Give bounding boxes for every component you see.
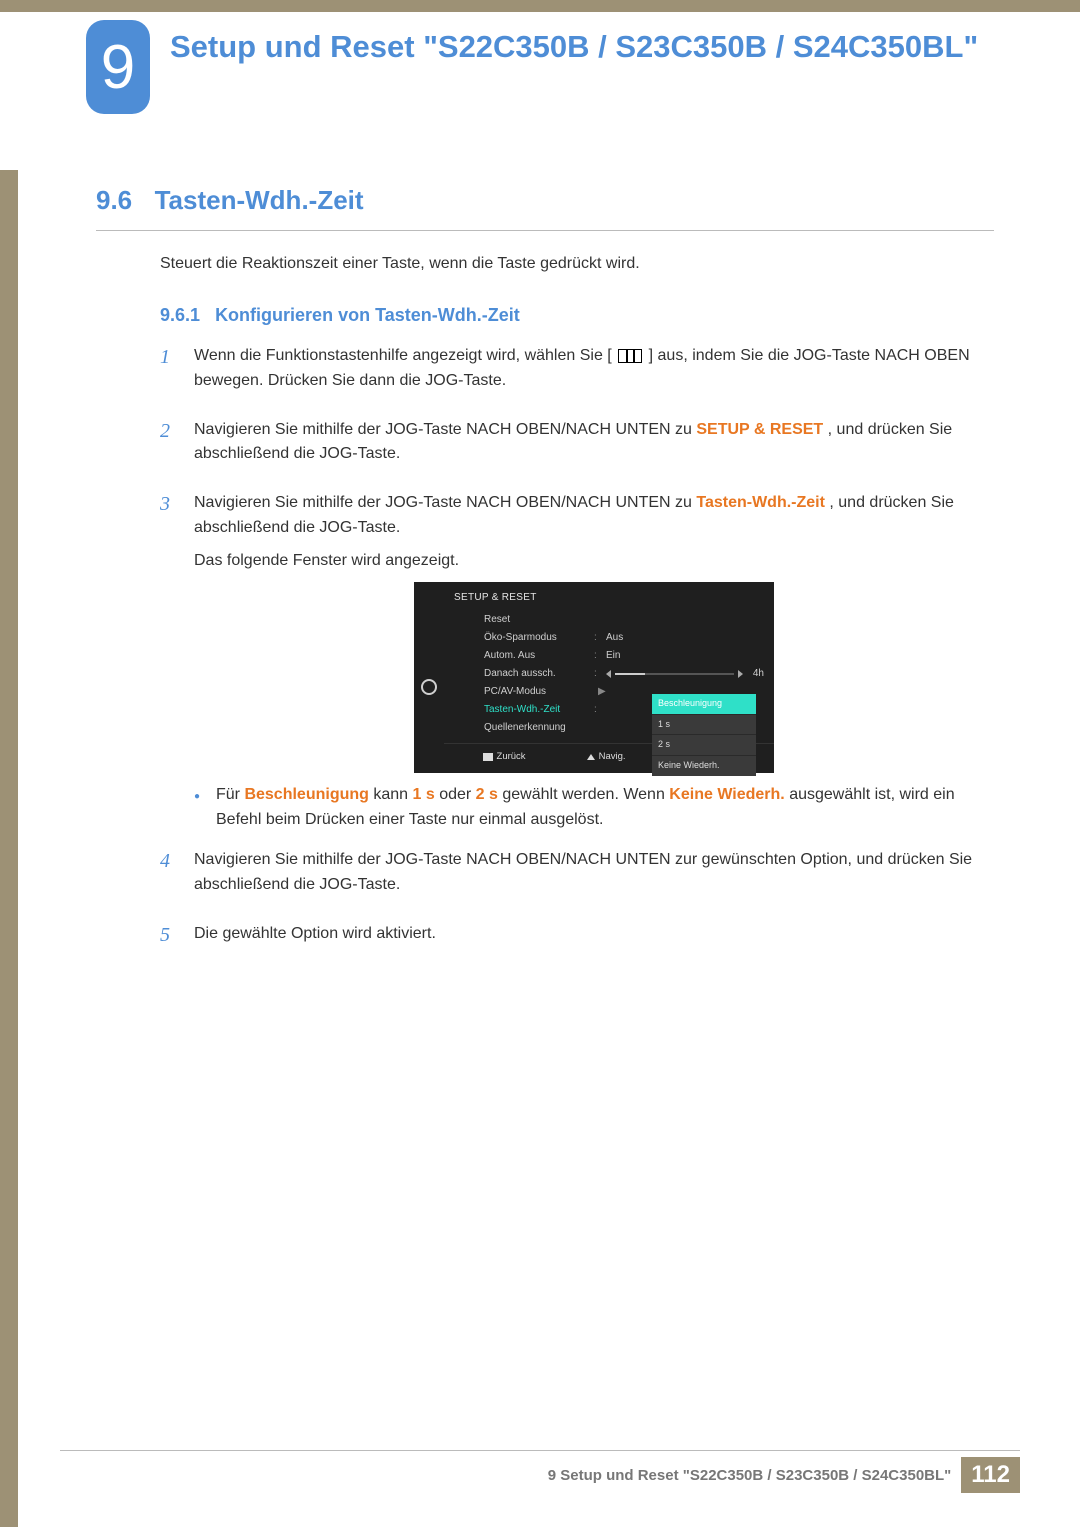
step-number: 5 bbox=[160, 922, 180, 955]
osd-label: Autom. Aus bbox=[484, 648, 594, 664]
page-content: 9.6 Tasten-Wdh.-Zeit Steuert die Reaktio… bbox=[96, 185, 994, 971]
osd-option: 2 s bbox=[652, 735, 756, 756]
triangle-left-icon bbox=[606, 670, 611, 678]
bullet-item: ● Für Beschleunigung kann 1 s oder 2 s g… bbox=[194, 783, 994, 833]
keyword: 1 s bbox=[413, 786, 435, 803]
triangle-right-icon bbox=[738, 670, 743, 678]
section-intro: Steuert die Reaktionszeit einer Taste, w… bbox=[160, 255, 994, 273]
left-accent-band bbox=[0, 170, 18, 1527]
osd-label: PC/AV-Modus bbox=[484, 684, 594, 700]
osd-option-selected: Beschleunigung bbox=[652, 694, 756, 715]
step-number: 2 bbox=[160, 418, 180, 476]
osd-row: Autom. Aus : Ein bbox=[484, 647, 764, 665]
keyword: 2 s bbox=[476, 786, 498, 803]
subsection-title: Konfigurieren von Tasten-Wdh.-Zeit bbox=[215, 305, 520, 325]
step-number: 3 bbox=[160, 491, 180, 832]
osd-footer-nav: Navig. bbox=[599, 750, 626, 765]
osd-row: Danach aussch. : 4h bbox=[484, 665, 764, 683]
bullet-text: gewählt werden. Wenn bbox=[502, 786, 669, 803]
gear-icon bbox=[421, 679, 437, 695]
osd-title: SETUP & RESET bbox=[444, 582, 774, 612]
osd-label: Öko-Sparmodus bbox=[484, 630, 594, 646]
step-number: 1 bbox=[160, 344, 180, 402]
subsection-number: 9.6.1 bbox=[160, 305, 200, 325]
navigate-icon bbox=[587, 754, 595, 760]
section-heading: 9.6 Tasten-Wdh.-Zeit bbox=[96, 185, 994, 216]
bullet-text: kann bbox=[373, 786, 412, 803]
page-number: 112 bbox=[961, 1457, 1020, 1493]
bullet-text: oder bbox=[439, 786, 475, 803]
osd-label: Quellenerkennung bbox=[484, 720, 594, 736]
step-text: Navigieren Sie mithilfe der JOG-Taste NA… bbox=[194, 494, 696, 511]
section-title: Tasten-Wdh.-Zeit bbox=[155, 185, 364, 216]
osd-option: 1 s bbox=[652, 715, 756, 736]
subsection-heading: 9.6.1 Konfigurieren von Tasten-Wdh.-Zeit bbox=[160, 305, 994, 326]
osd-row: Öko-Sparmodus : Aus bbox=[484, 629, 764, 647]
osd-row: Reset bbox=[484, 611, 764, 629]
top-accent-band bbox=[0, 0, 1080, 12]
osd-value: 4h bbox=[753, 666, 764, 682]
menu-icon bbox=[618, 349, 642, 363]
keyword: Tasten-Wdh.-Zeit bbox=[696, 494, 825, 511]
step-2: 2 Navigieren Sie mithilfe der JOG-Taste … bbox=[160, 418, 994, 476]
step-text: Navigieren Sie mithilfe der JOG-Taste NA… bbox=[194, 421, 696, 438]
osd-option: Keine Wiederh. bbox=[652, 756, 756, 776]
section-number: 9.6 bbox=[96, 185, 132, 216]
section-divider bbox=[96, 230, 994, 231]
bullet-text: Für bbox=[216, 786, 244, 803]
keyword: SETUP & RESET bbox=[696, 421, 823, 438]
step-5: 5 Die gewählte Option wird aktiviert. bbox=[160, 922, 994, 955]
chapter-number-badge: 9 bbox=[86, 20, 150, 114]
osd-slider: 4h bbox=[606, 666, 764, 682]
back-icon bbox=[483, 753, 493, 761]
page-footer: 9 Setup und Reset "S22C350B / S23C350B /… bbox=[60, 1450, 1020, 1493]
osd-label: Tasten-Wdh.-Zeit bbox=[484, 702, 594, 718]
step-text: Die gewählte Option wird aktiviert. bbox=[194, 922, 436, 947]
chevron-right-icon: ▶ bbox=[598, 684, 606, 700]
osd-label: Danach aussch. bbox=[484, 666, 594, 682]
step-text: Navigieren Sie mithilfe der JOG-Taste NA… bbox=[194, 848, 994, 898]
osd-label: Reset bbox=[484, 612, 594, 628]
step-list: 1 Wenn die Funktionstastenhilfe angezeig… bbox=[160, 344, 994, 955]
step-1: 1 Wenn die Funktionstastenhilfe angezeig… bbox=[160, 344, 994, 402]
footer-divider bbox=[60, 1450, 1020, 1451]
step-text: Wenn die Funktionstastenhilfe angezeigt … bbox=[194, 347, 612, 364]
osd-value: Aus bbox=[606, 630, 764, 646]
step-text: Das folgende Fenster wird angezeigt. bbox=[194, 549, 994, 574]
osd-window: SETUP & RESET Reset Öko-Sparmodus : Aus bbox=[414, 582, 774, 773]
step-4: 4 Navigieren Sie mithilfe der JOG-Taste … bbox=[160, 848, 994, 906]
footer-text: 9 Setup und Reset "S22C350B / S23C350B /… bbox=[548, 1467, 952, 1484]
step-3: 3 Navigieren Sie mithilfe der JOG-Taste … bbox=[160, 491, 994, 832]
bullet-icon: ● bbox=[194, 783, 206, 833]
chapter-title: Setup und Reset "S22C350B / S23C350B / S… bbox=[170, 20, 978, 65]
osd-value: Ein bbox=[606, 648, 764, 664]
step-number: 4 bbox=[160, 848, 180, 906]
osd-footer-back: Zurück bbox=[497, 750, 526, 765]
keyword: Keine Wiederh. bbox=[669, 786, 784, 803]
chapter-header: 9 Setup und Reset "S22C350B / S23C350B /… bbox=[86, 20, 994, 114]
osd-popup: Beschleunigung 1 s 2 s Keine Wiederh. bbox=[652, 694, 756, 777]
keyword: Beschleunigung bbox=[244, 786, 368, 803]
